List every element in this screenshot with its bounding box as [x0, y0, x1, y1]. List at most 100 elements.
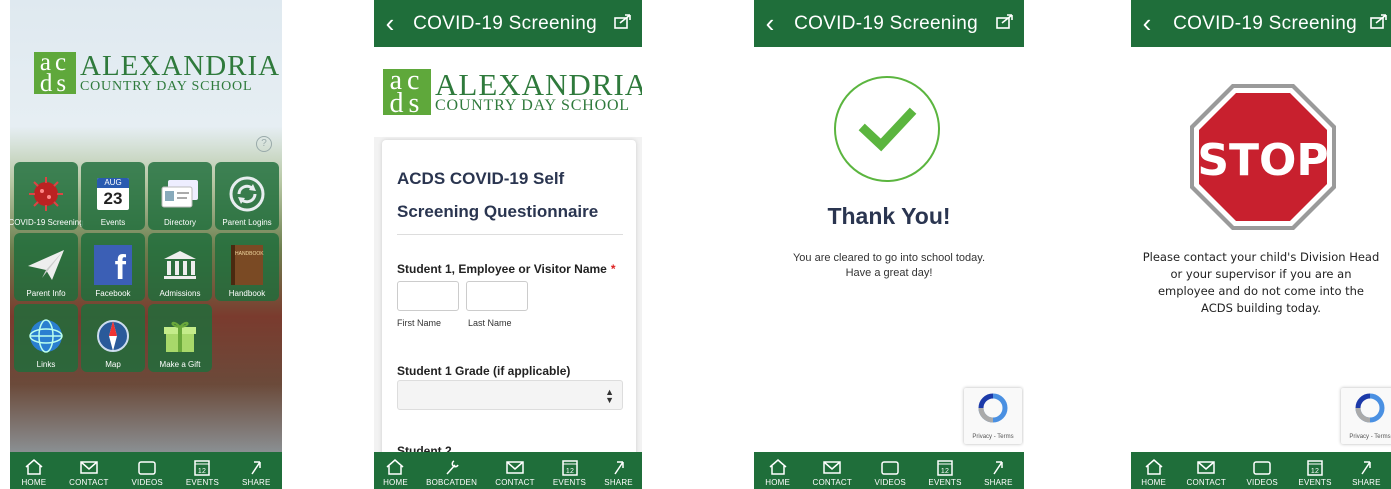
tv-icon [881, 461, 899, 475]
bottom-nav: HOME CONTACT VIDEOS 12 EVENTS SHARE [1131, 452, 1391, 489]
nav-contact[interactable]: CONTACT [69, 458, 108, 487]
home-icon [386, 459, 404, 475]
tile-make-a-gift[interactable]: Make a Gift [148, 304, 212, 372]
nav-home[interactable]: HOME [383, 458, 408, 487]
nav-videos[interactable]: VIDEOS [875, 458, 906, 487]
grade-label: Student 1 Grade (if applicable) [397, 364, 571, 378]
last-name-sublabel: Last Name [468, 318, 512, 328]
gift-icon [159, 316, 201, 356]
first-name-sublabel: First Name [397, 318, 442, 328]
nav-share[interactable]: SHARE [1352, 458, 1381, 487]
mail-icon [80, 461, 98, 474]
share-icon[interactable] [1367, 13, 1391, 34]
paper-plane-icon [25, 245, 67, 285]
tile-covid-screening[interactable]: COVID-19 Screening [10, 162, 84, 230]
share-icon [1361, 461, 1372, 475]
share-icon[interactable] [604, 13, 642, 34]
home-icon [1145, 459, 1163, 475]
bottom-nav: HOME CONTACT VIDEOS 12 EVENTS SHARE [754, 452, 1024, 489]
cleared-message: You are cleared to go into school today.… [792, 252, 986, 279]
back-button[interactable]: ‹ [374, 0, 406, 47]
last-name-input[interactable] [466, 281, 528, 311]
nav-contact[interactable]: CONTACT [1187, 458, 1226, 487]
recaptcha-badge[interactable]: Privacy - Terms [1341, 388, 1391, 444]
recaptcha-icon [978, 393, 1008, 423]
tile-parent-info[interactable]: Parent Info [14, 233, 78, 301]
logo-subtitle: COUNTRY DAY SCHOOL [80, 79, 253, 94]
calendar-icon: 12 [937, 460, 953, 476]
header-title: COVID-19 Screening [413, 12, 597, 34]
compass-icon [92, 316, 134, 356]
tv-icon [138, 461, 156, 475]
nav-share[interactable]: SHARE [604, 458, 633, 487]
home-icon [769, 459, 787, 475]
required-mark: * [610, 262, 616, 276]
school-logo: ac ds ALEXANDRIA COUNTRY DAY SCHOOL [383, 67, 642, 118]
share-icon [993, 461, 1004, 475]
home-tile-grid: COVID-19 Screening AUG 23 Events Directo… [10, 162, 279, 372]
nav-home[interactable]: HOME [765, 458, 790, 487]
select-arrows-icon: ▲ ▼ [605, 387, 614, 405]
back-button[interactable]: ‹ [1131, 0, 1163, 47]
header-title: COVID-19 Screening [794, 12, 978, 34]
facebook-icon: f [92, 245, 134, 287]
share-icon [251, 461, 261, 475]
header-title: COVID-19 Screening [1173, 12, 1357, 34]
home-icon [25, 459, 43, 475]
nav-events[interactable]: 12 EVENTS [928, 458, 961, 487]
nav-bobcatden[interactable]: BOBCATDEN [426, 458, 477, 487]
recaptcha-badge[interactable]: Privacy - Terms [964, 388, 1022, 444]
grade-select[interactable]: ▲ ▼ [397, 380, 623, 410]
calendar-icon: AUG 23 [92, 174, 134, 214]
logo-name: ALEXANDRIA [435, 67, 642, 102]
building-icon [159, 245, 201, 285]
nav-contact[interactable]: CONTACT [495, 458, 535, 487]
name-label: Student 1, Employee or Visitor Name * [397, 262, 616, 276]
tile-directory[interactable]: Directory [148, 162, 212, 230]
book-icon: HANDBOOK [226, 245, 268, 285]
screening-form-screen: ‹ COVID-19 Screening ac ds ALEXANDRIA CO… [374, 0, 642, 489]
nav-events[interactable]: 12 EVENTS [186, 458, 219, 487]
nav-share[interactable]: SHARE [984, 458, 1013, 487]
tile-parent-logins[interactable]: Parent Logins [215, 162, 279, 230]
logo-mark: ac ds [383, 67, 431, 118]
nav-videos[interactable]: VIDEOS [1247, 458, 1278, 487]
nav-home[interactable]: HOME [21, 458, 46, 487]
nav-events[interactable]: 12 EVENTS [553, 458, 586, 487]
home-screen: ac ds ALEXANDRIA COUNTRY DAY SCHOOL ? CO… [10, 0, 282, 489]
logo-name: ALEXANDRIA [80, 50, 281, 82]
svg-text:12: 12 [1311, 468, 1319, 475]
tile-facebook[interactable]: f Facebook [81, 233, 145, 301]
calendar-icon: 12 [561, 460, 578, 476]
nav-events[interactable]: 12 EVENTS [1298, 458, 1331, 487]
share-icon[interactable] [986, 13, 1024, 34]
first-name-input[interactable] [397, 281, 459, 311]
nav-contact[interactable]: CONTACT [813, 458, 852, 487]
nav-videos[interactable]: VIDEOS [132, 458, 163, 487]
tile-handbook[interactable]: HANDBOOK Handbook [215, 233, 279, 301]
svg-text:12: 12 [565, 468, 573, 475]
calendar-icon: 12 [194, 460, 211, 476]
nav-home[interactable]: HOME [1141, 458, 1166, 487]
tile-admissions[interactable]: Admissions [148, 233, 212, 301]
stop-sign-icon: STOP [1190, 84, 1336, 230]
checkmark-icon [834, 76, 940, 182]
virus-icon [25, 174, 67, 214]
bottom-nav: HOME BOBCATDEN CONTACT 12 EVENTS SHARE [374, 452, 642, 489]
thank-you-heading: Thank You! [827, 203, 951, 229]
tile-links[interactable]: Links [14, 304, 78, 372]
id-card-icon [159, 174, 201, 214]
header-bar: ‹ COVID-19 Screening [1131, 0, 1391, 47]
tile-events[interactable]: AUG 23 Events [81, 162, 145, 230]
stop-sign-text: STOP [1197, 135, 1328, 186]
refresh-icon [226, 174, 268, 214]
logo-mark: ac ds [34, 50, 76, 96]
form-title: ACDS COVID-19 Self Screening Questionnai… [397, 169, 599, 221]
help-icon[interactable]: ? [256, 136, 272, 152]
back-button[interactable]: ‹ [754, 0, 786, 47]
stop-message: Please contact your child's Division Hea… [1142, 250, 1380, 315]
globe-icon [25, 316, 67, 356]
calendar-icon: 12 [1307, 460, 1323, 476]
nav-share[interactable]: SHARE [242, 458, 271, 487]
tile-map[interactable]: Map [81, 304, 145, 372]
